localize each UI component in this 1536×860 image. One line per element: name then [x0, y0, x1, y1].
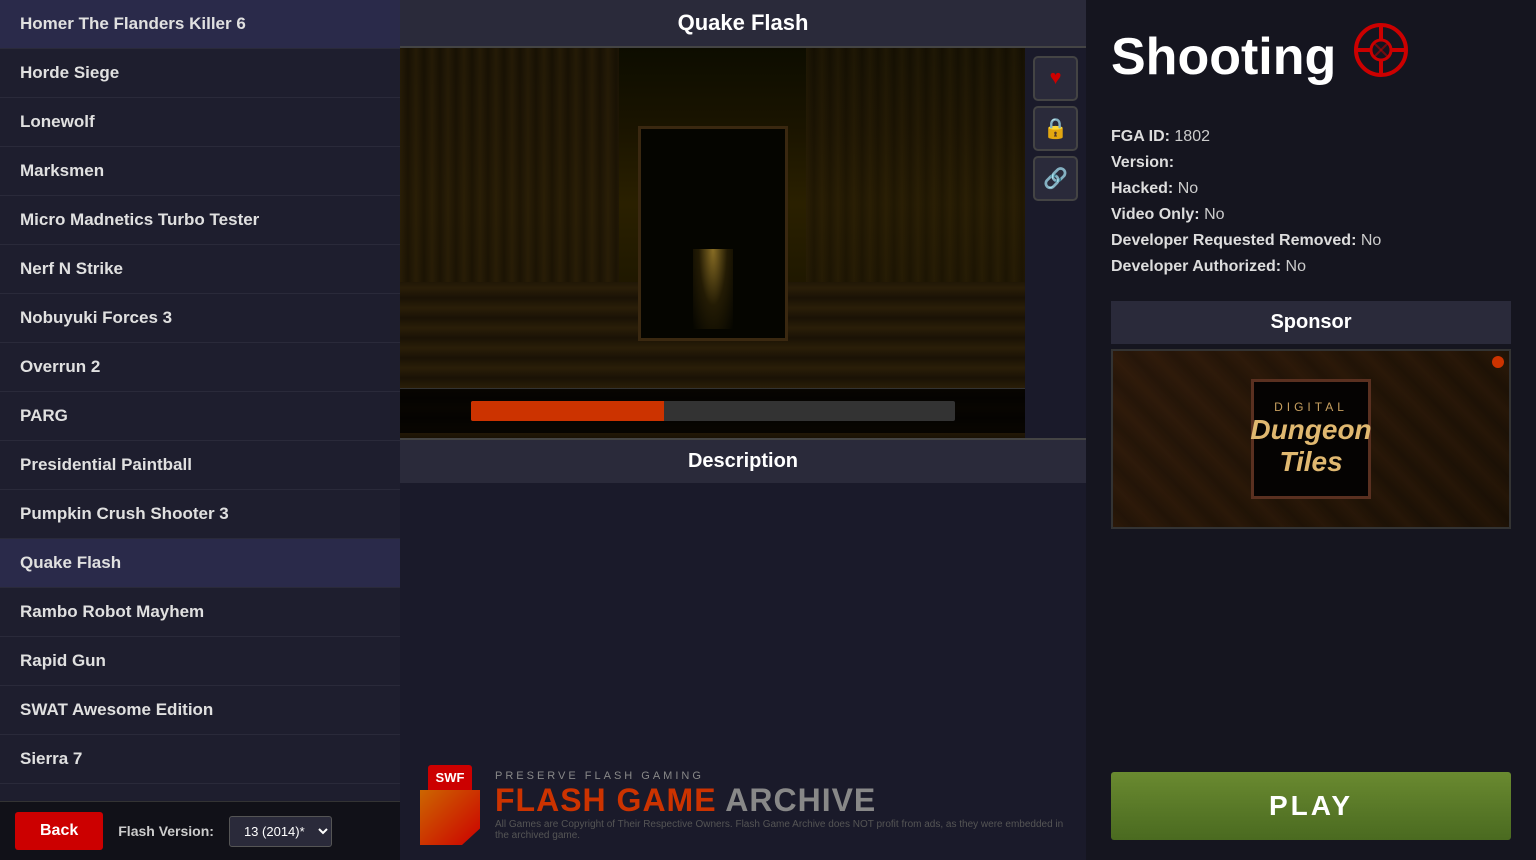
game-hud [400, 388, 1025, 433]
list-item[interactable]: Marksmen [0, 147, 400, 196]
sidebar-footer: Back Flash Version: 13 (2014)* [0, 801, 400, 860]
favorite-button[interactable]: ♥ [1033, 56, 1078, 101]
flash-text: FLASH GAME [495, 782, 725, 818]
game-title: Quake Flash [400, 0, 1086, 48]
flash-version-select[interactable]: 13 (2014)* [229, 816, 332, 847]
fga-id-label: FGA ID: [1111, 128, 1170, 145]
fga-id-number: 1802 [1174, 128, 1210, 145]
list-item[interactable]: Micro Madnetics Turbo Tester [0, 196, 400, 245]
list-item[interactable]: Rambo Robot Mayhem [0, 588, 400, 637]
fga-id-row: FGA ID: 1802 [1111, 128, 1511, 146]
list-item[interactable]: Pumpkin Crush Shooter 3 [0, 490, 400, 539]
list-item[interactable]: Nobuyuki Forces 3 [0, 294, 400, 343]
link-button[interactable]: 🔗 [1033, 156, 1078, 201]
list-item[interactable]: Sift Heads Assault 2 [0, 784, 400, 801]
copyright-text: All Games are Copyright of Their Respect… [495, 819, 1066, 841]
hud-bar-fill [471, 401, 665, 421]
list-item[interactable]: Presidential Paintball [0, 441, 400, 490]
lock-button[interactable]: 🔒 [1033, 106, 1078, 151]
dev-authorized-row: Developer Authorized: No [1111, 258, 1511, 276]
swf-badge: SWF [428, 765, 473, 790]
game-info: FGA ID: 1802 Version: Hacked: No Video O… [1086, 113, 1536, 291]
list-item[interactable]: Homer The Flanders Killer 6 [0, 0, 400, 49]
play-button[interactable]: PLAY [1111, 772, 1511, 840]
sidebar: Homer The Flanders Killer 6Horde SiegeLo… [0, 0, 400, 860]
sponsor-tiles-text: Tiles [1250, 446, 1371, 478]
list-item[interactable]: Rapid Gun [0, 637, 400, 686]
back-button[interactable]: Back [15, 812, 103, 850]
preserve-flash-label: PRESERVE FLASH GAMING [495, 770, 1066, 782]
version-row: Version: [1111, 154, 1511, 172]
list-item[interactable]: Overrun 2 [0, 343, 400, 392]
category-title: Shooting [1111, 27, 1336, 87]
hacked-row: Hacked: No [1111, 180, 1511, 198]
version-label: Version: [1111, 154, 1174, 171]
right-panel: Shooting FGA ID: 1802 [1086, 0, 1536, 860]
description-content [400, 483, 1086, 750]
dev-removed-value: No [1361, 232, 1381, 249]
dev-removed-label: Developer Requested Removed: [1111, 232, 1356, 249]
video-only-value: No [1204, 206, 1224, 223]
description-label: Description [400, 438, 1086, 483]
sponsor-digital-text: DIGITAL [1250, 400, 1371, 414]
sponsor-dungeon-text: Dungeon [1250, 414, 1371, 446]
crosshair-icon [1351, 20, 1411, 93]
list-item[interactable]: Quake Flash [0, 539, 400, 588]
list-item[interactable]: Nerf N Strike [0, 245, 400, 294]
archive-title: FLASH GAME ARCHIVE [495, 782, 1066, 819]
sponsor-image[interactable]: DIGITAL Dungeon Tiles [1111, 349, 1511, 529]
hud-bar [471, 401, 955, 421]
fga-text-area: PRESERVE FLASH GAMING FLASH GAME ARCHIVE… [495, 770, 1066, 841]
fga-logo-area: SWF PRESERVE FLASH GAMING FLASH GAME ARC… [400, 750, 1086, 860]
list-item[interactable]: Lonewolf [0, 98, 400, 147]
hacked-label: Hacked: [1111, 180, 1173, 197]
game-list: Homer The Flanders Killer 6Horde SiegeLo… [0, 0, 400, 801]
dungeon-light [693, 249, 733, 329]
video-only-label: Video Only: [1111, 206, 1200, 223]
video-only-row: Video Only: No [1111, 206, 1511, 224]
game-preview-area: ♥ 🔒 🔗 [400, 48, 1086, 438]
list-item[interactable]: PARG [0, 392, 400, 441]
dungeon-scene [400, 48, 1025, 438]
sponsor-title: Sponsor [1111, 301, 1511, 344]
flash-version-label: Flash Version: [118, 823, 214, 839]
dev-authorized-value: No [1286, 258, 1306, 275]
list-item[interactable]: Sierra 7 [0, 735, 400, 784]
sponsor-logo: DIGITAL Dungeon Tiles [1250, 400, 1371, 478]
center-panel: Quake Flash ♥ [400, 0, 1086, 860]
sponsor-section: Sponsor DIGITAL Dungeon Tiles [1086, 291, 1536, 539]
category-header: Shooting [1086, 0, 1536, 113]
archive-text: ARCHIVE [725, 782, 876, 818]
hacked-value: No [1178, 180, 1198, 197]
game-screenshot [400, 48, 1025, 438]
play-button-area: PLAY [1086, 752, 1536, 860]
dev-authorized-label: Developer Authorized: [1111, 258, 1281, 275]
sponsor-red-dot [1492, 356, 1504, 368]
swf-icon [420, 790, 480, 845]
list-item[interactable]: SWAT Awesome Edition [0, 686, 400, 735]
dev-removed-row: Developer Requested Removed: No [1111, 232, 1511, 250]
action-buttons: ♥ 🔒 🔗 [1025, 48, 1086, 438]
list-item[interactable]: Horde Siege [0, 49, 400, 98]
